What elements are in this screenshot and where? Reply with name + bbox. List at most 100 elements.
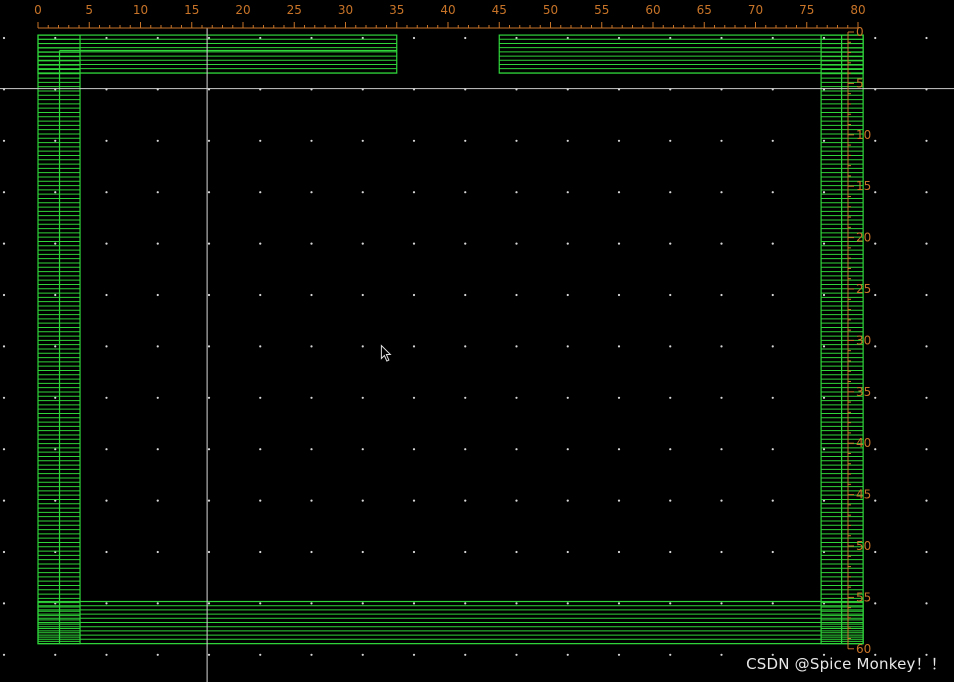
grid-dot (310, 345, 313, 348)
grid-dot (464, 602, 467, 605)
grid-dot (361, 293, 364, 297)
grid-dot (874, 345, 877, 348)
grid-dot (822, 448, 826, 451)
grid-dot (617, 396, 621, 399)
grid-dot (669, 36, 672, 40)
grid-dot (822, 345, 826, 348)
grid-dot (259, 36, 262, 40)
grid-dot (874, 448, 877, 451)
grid-dot (207, 653, 211, 656)
grid-dot (771, 36, 774, 40)
grid-dot (156, 499, 159, 502)
grid-dot (2, 139, 6, 142)
grid-dot (822, 191, 826, 194)
grid-dot (617, 550, 621, 554)
grid-dot (361, 36, 364, 40)
grid-dot (771, 602, 774, 605)
grid-dot (566, 396, 569, 399)
grid-dot (310, 550, 313, 554)
grid-dot (617, 653, 621, 656)
grid-dot (412, 448, 416, 451)
right-ruler[interactable]: 051015202530354045505560 (847, 25, 871, 656)
grid-dot (207, 242, 211, 245)
grid-dot (207, 499, 211, 502)
arrow-cursor-icon (380, 344, 392, 362)
grid-dot (259, 550, 262, 554)
grid-dot (566, 602, 569, 605)
grid-dot (720, 396, 723, 399)
grid-dots (2, 36, 928, 656)
grid-dot (361, 396, 364, 399)
grid-dot (156, 139, 159, 142)
grid-dot (412, 293, 416, 297)
grid-dot (156, 396, 159, 399)
x-tick-label: 5 (85, 3, 93, 17)
grid-dot (720, 36, 723, 40)
grid-dot (515, 345, 518, 348)
grid-dot (874, 191, 877, 194)
grid-dot (259, 139, 262, 142)
y-tick-label: 10 (856, 128, 871, 142)
grid-dot (105, 345, 108, 348)
grid-dot (720, 499, 723, 502)
grid-dot (874, 499, 877, 502)
x-tick-label: 60 (645, 3, 660, 17)
grid-dot (156, 550, 159, 554)
grid-dot (464, 550, 467, 554)
x-tick-label: 65 (697, 3, 712, 17)
grid-dot (771, 499, 774, 502)
grid-dot (822, 36, 826, 40)
grid-dot (515, 499, 518, 502)
grid-dot (54, 36, 57, 40)
grid-dot (361, 345, 364, 348)
grid-dot (105, 242, 108, 245)
grid-dot (515, 550, 518, 554)
grid-dot (54, 191, 57, 194)
grid-dot (464, 345, 467, 348)
grid-dot (412, 139, 416, 142)
grid-dot (2, 242, 6, 245)
grid-dot (720, 448, 723, 451)
grid-dot (259, 293, 262, 297)
grid-dot (515, 396, 518, 399)
grid-dot (310, 396, 313, 399)
grid-dot (361, 139, 364, 142)
grid-dot (617, 293, 621, 297)
grid-dot (361, 602, 364, 605)
grid-dot (617, 602, 621, 605)
grid-dot (874, 396, 877, 399)
grid-dot (515, 653, 518, 656)
grid-dot (412, 396, 416, 399)
grid-dot (822, 396, 826, 399)
y-tick-label: 50 (856, 539, 871, 553)
grid-dot (54, 396, 57, 399)
grid-dot (207, 448, 211, 451)
grid-dot (925, 345, 928, 348)
grid-dot (925, 499, 928, 502)
grid-dot (105, 653, 108, 656)
grid-dot (464, 191, 467, 194)
grid-dot (2, 191, 6, 194)
grid-dot (617, 499, 621, 502)
x-tick-label: 10 (133, 3, 148, 17)
grid-dot (2, 396, 6, 399)
layout-canvas[interactable]: 0 5 10 15 20 25 30 35 40 45 50 55 60 65 70 75 80 0 5 10 15 2… (0, 0, 954, 682)
grid-dot (669, 499, 672, 502)
grid-dot (412, 550, 416, 554)
x-tick-label: 50 (543, 3, 558, 17)
x-tick-label: 15 (184, 3, 199, 17)
grid-dot (105, 499, 108, 502)
grid-dot (2, 36, 6, 40)
y-tick-label: 20 (856, 231, 871, 245)
grid-dot (310, 293, 313, 297)
grid-dot (566, 448, 569, 451)
x-tick-label: 30 (338, 3, 353, 17)
grid-dot (874, 139, 877, 142)
grid-dot (105, 36, 108, 40)
grid-dot (259, 448, 262, 451)
grid-dot (874, 550, 877, 554)
grid-dot (617, 36, 621, 40)
grid-dot (771, 396, 774, 399)
grid-dot (669, 550, 672, 554)
top-ruler[interactable]: 0 5 10 15 20 25 30 35 40 45 50 55 60 65 70 75 80 (34, 3, 866, 29)
